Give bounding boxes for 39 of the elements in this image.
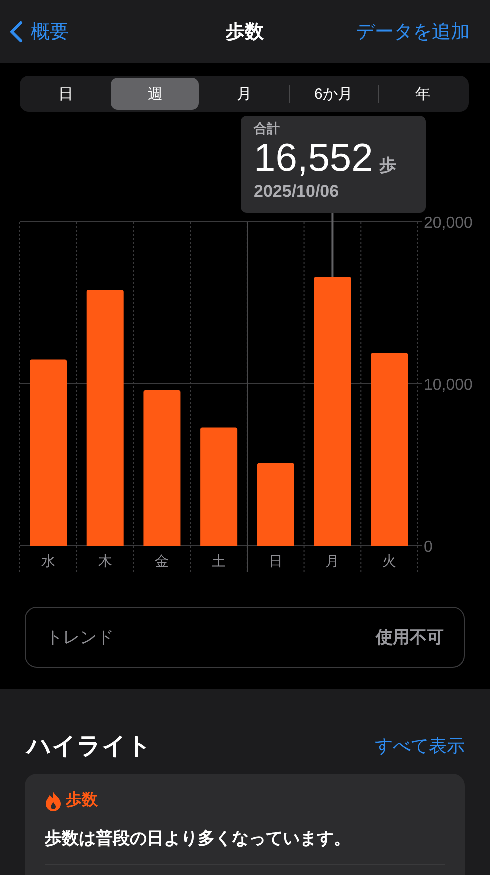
- total-value: 16,552: [254, 137, 374, 181]
- back-button[interactable]: 概要: [10, 18, 69, 44]
- total-label: 合計: [254, 120, 281, 138]
- day-label: 金: [155, 552, 170, 570]
- day-label: 木: [98, 552, 112, 570]
- leader-line: [332, 213, 334, 278]
- period-tab[interactable]: 週: [111, 78, 200, 110]
- day-label: 土: [212, 552, 226, 570]
- unit-label: 歩: [379, 155, 396, 177]
- axis-tick-label: 10,000: [424, 377, 473, 394]
- period-tab[interactable]: 月: [200, 78, 289, 110]
- screen-title: 歩数: [226, 20, 264, 44]
- date-label: 2025/10/06: [254, 182, 340, 202]
- step-bar[interactable]: [86, 290, 124, 546]
- add-data-button[interactable]: データを追加: [356, 18, 470, 44]
- period-tab[interactable]: 日: [22, 78, 110, 110]
- axis-tick-label: 0: [424, 539, 433, 556]
- chevron-left-icon: [10, 20, 23, 42]
- day-label: 水: [41, 552, 56, 570]
- show-all-link[interactable]: すべて表示: [375, 734, 465, 758]
- step-bar[interactable]: [144, 390, 181, 546]
- section-title: ハイライト: [27, 732, 152, 762]
- step-bar[interactable]: [200, 428, 238, 546]
- day-label: 日: [268, 552, 283, 570]
- highlight-category: 歩数: [66, 790, 98, 811]
- flame-icon: [45, 790, 62, 810]
- period-tab[interactable]: 6か月: [290, 78, 378, 110]
- highlight-text: 歩数は普段の日より多くなっています。: [45, 828, 352, 850]
- trend-card[interactable]: トレンド 使用不可: [25, 607, 465, 668]
- axis-tick-label: 20,000: [424, 215, 473, 232]
- day-label: 火: [382, 552, 397, 570]
- step-bar[interactable]: [314, 277, 352, 546]
- highlight-card[interactable]: 歩数 歩数は普段の日より多くなっています。: [25, 774, 465, 875]
- step-bar[interactable]: [257, 463, 294, 546]
- trend-label: トレンド: [46, 627, 114, 649]
- trend-status: 使用不可: [376, 627, 444, 649]
- day-label: 月: [326, 552, 340, 570]
- period-tab[interactable]: 年: [378, 78, 468, 110]
- step-bar[interactable]: [371, 353, 408, 546]
